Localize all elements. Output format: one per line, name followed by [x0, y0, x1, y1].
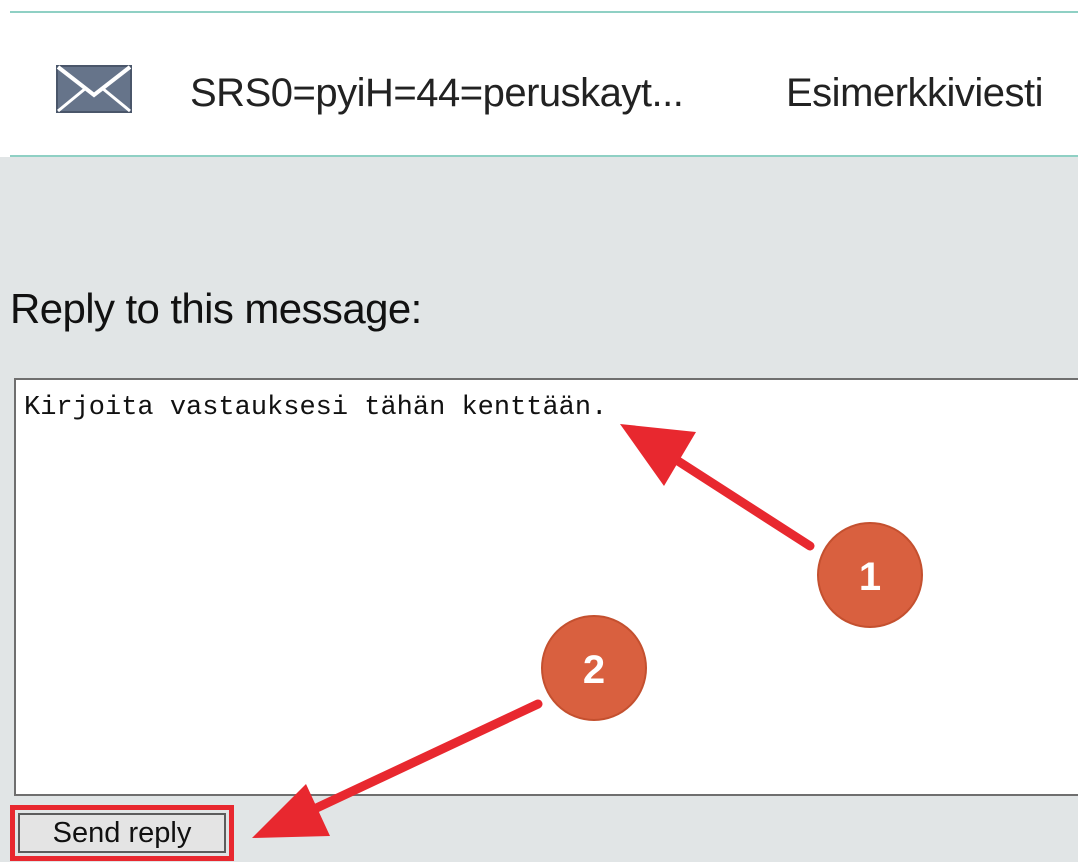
- send-reply-button[interactable]: Send reply: [18, 813, 226, 853]
- reply-textarea[interactable]: [14, 378, 1078, 796]
- envelope-icon: [56, 65, 132, 113]
- reply-heading: Reply to this message:: [10, 285, 422, 332]
- mail-reply-page: SRS0=pyiH=44=peruskayt... Esimerkkiviest…: [0, 0, 1078, 862]
- reply-panel: Reply to this message: Send reply: [0, 157, 1078, 862]
- message-header-row[interactable]: SRS0=pyiH=44=peruskayt... Esimerkkiviest…: [0, 13, 1078, 155]
- message-subject: Esimerkkiviesti: [786, 71, 1043, 115]
- send-reply-highlight: Send reply: [10, 805, 234, 861]
- message-sender: SRS0=pyiH=44=peruskayt...: [190, 71, 684, 115]
